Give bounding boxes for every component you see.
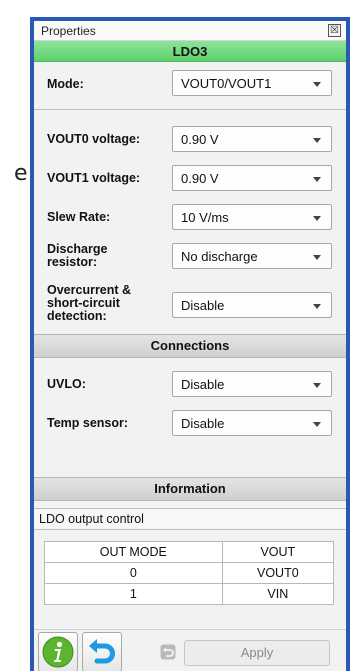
connection-row-uvlo: UVLO: Disable (34, 371, 346, 397)
setting-label: VOUT1 voltage: (47, 171, 141, 185)
table-header: OUT MODE (44, 541, 223, 563)
bottom-toolbar: Apply (34, 629, 346, 671)
table-cell: 0 (44, 562, 223, 584)
properties-panel: Properties ☒ LDO3 Mode: VOUT0/VOUT1 VOUT… (30, 17, 350, 671)
information-description-text: LDO output control (39, 512, 144, 526)
setting-row-discharge: Discharge resistor: No discharge (34, 239, 346, 273)
chevron-down-icon (313, 177, 321, 182)
mode-label: Mode: (47, 77, 84, 91)
mode-value: VOUT0/VOUT1 (181, 76, 272, 91)
undo-button[interactable] (82, 632, 122, 671)
table-cell: 1 (44, 583, 223, 605)
table-header-row: OUT MODE VOUT (44, 541, 335, 563)
chevron-down-icon (313, 304, 321, 309)
setting-value: 0.90 V (181, 171, 219, 186)
connection-label: UVLO: (47, 377, 86, 391)
info-button[interactable] (38, 632, 78, 671)
setting-label: VOUT0 voltage: (47, 132, 141, 146)
chevron-down-icon (313, 422, 321, 427)
background-text: e (14, 161, 28, 186)
discharge-resistor-dropdown[interactable]: No discharge (172, 243, 332, 269)
connection-value: Disable (181, 416, 225, 431)
setting-row-vout0: VOUT0 voltage: 0.90 V (34, 126, 346, 152)
setting-value: Disable (181, 298, 225, 313)
chevron-down-icon (313, 383, 321, 388)
setting-row-overcurrent: Overcurrent & short-circuit detection: D… (34, 282, 346, 328)
setting-label: Slew Rate: (47, 210, 111, 224)
mode-dropdown[interactable]: VOUT0/VOUT1 (172, 70, 332, 96)
setting-label-line3: detection: (47, 309, 107, 323)
out-mode-table: OUT MODE VOUT 0 VOUT0 1 VIN (44, 541, 335, 605)
panel-titlebar: Properties ☒ (34, 21, 346, 41)
close-icon[interactable]: ☒ (328, 24, 341, 37)
connection-row-temp-sensor: Temp sensor: Disable (34, 410, 346, 436)
table-row: 0 VOUT0 (44, 562, 335, 584)
connection-value: Disable (181, 377, 225, 392)
setting-value: 0.90 V (181, 132, 219, 147)
information-description: LDO output control (34, 508, 346, 530)
chevron-down-icon (313, 216, 321, 221)
panel-title: Properties (41, 24, 96, 38)
mode-row: Mode: VOUT0/VOUT1 (34, 68, 346, 100)
temp-sensor-dropdown[interactable]: Disable (172, 410, 332, 436)
table-cell: VOUT0 (221, 562, 335, 584)
info-icon (42, 636, 74, 668)
connections-section-header: Connections (34, 334, 346, 358)
device-header: LDO3 (34, 41, 346, 62)
setting-row-slew-rate: Slew Rate: 10 V/ms (34, 204, 346, 230)
undo-icon (89, 639, 115, 664)
setting-row-vout1: VOUT1 voltage: 0.90 V (34, 165, 346, 191)
slew-rate-dropdown[interactable]: 10 V/ms (172, 204, 332, 230)
apply-button[interactable]: Apply (184, 640, 330, 666)
table-cell: VIN (221, 583, 335, 605)
divider (34, 109, 346, 110)
uvlo-dropdown[interactable]: Disable (172, 371, 332, 397)
vout0-voltage-dropdown[interactable]: 0.90 V (172, 126, 332, 152)
table-header: VOUT (221, 541, 335, 563)
chevron-down-icon (313, 255, 321, 260)
table-row: 1 VIN (44, 583, 335, 605)
setting-value: 10 V/ms (181, 210, 229, 225)
chevron-down-icon (313, 138, 321, 143)
vout1-voltage-dropdown[interactable]: 0.90 V (172, 165, 332, 191)
chevron-down-icon (313, 82, 321, 87)
setting-value: No discharge (181, 249, 258, 264)
overcurrent-dropdown[interactable]: Disable (172, 292, 332, 318)
revert-icon[interactable] (160, 644, 176, 660)
information-section-header: Information (34, 477, 346, 501)
setting-label-line2: resistor: (47, 255, 98, 269)
connection-label: Temp sensor: (47, 416, 129, 430)
